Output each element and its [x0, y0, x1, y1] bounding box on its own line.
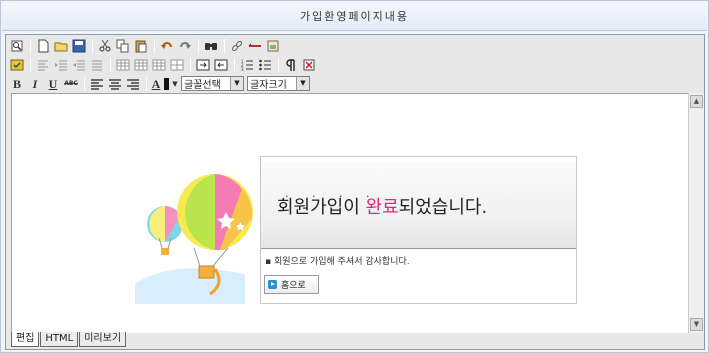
welcome-message-box: · · · · 회원가입이 완료되었습니다. ▪ 회원으로 가입해 주셔서 감사… [260, 156, 577, 304]
arrow-right-icon [268, 280, 277, 289]
save-icon[interactable] [71, 38, 87, 54]
bold-button[interactable]: B [9, 76, 25, 92]
chevron-down-icon[interactable]: ▼ [296, 77, 309, 90]
strikethrough-button[interactable]: ABC [63, 76, 79, 92]
image-icon[interactable] [265, 38, 281, 54]
toolbar-separator [154, 38, 155, 53]
spellcheck-icon[interactable] [9, 57, 25, 73]
toolbar-separator [190, 57, 191, 72]
toolbar-separator [110, 57, 111, 72]
chevron-down-icon[interactable]: ▼ [171, 76, 179, 92]
open-folder-icon[interactable] [53, 38, 69, 54]
headline-text-post: 되었습니다. [398, 197, 488, 218]
font-color-swatch[interactable] [163, 76, 169, 92]
home-button[interactable]: 홈으로 [264, 275, 319, 294]
welcome-message: ▪ 회원으로 가입해 주셔서 감사합니다. [265, 257, 410, 267]
table-col-icon[interactable] [133, 57, 149, 73]
align-right-icon[interactable] [125, 76, 141, 92]
paragraph-mark-icon[interactable] [283, 57, 299, 73]
toolbar-separator [234, 57, 235, 72]
align-center-icon[interactable] [107, 76, 123, 92]
horizontal-rule-icon[interactable] [247, 38, 263, 54]
home-button-label: 홈으로 [281, 281, 306, 291]
vertical-scrollbar[interactable]: ▲ ▼ [688, 93, 704, 333]
redo-icon[interactable] [177, 38, 193, 54]
remove-format-icon[interactable] [301, 57, 317, 73]
scroll-up-icon[interactable]: ▲ [690, 95, 703, 108]
cut-icon[interactable] [97, 38, 113, 54]
font-family-value: 글꼴선택 [184, 80, 221, 91]
toolbar-separator [224, 38, 225, 53]
underline-button[interactable]: U [45, 76, 61, 92]
font-size-select[interactable]: 글자크기 ▼ [247, 76, 310, 91]
copy-icon[interactable] [115, 38, 131, 54]
table-icon[interactable] [89, 57, 105, 73]
tab-edit[interactable]: 편집 [11, 332, 40, 347]
font-size-value: 글자크기 [250, 80, 287, 91]
source-icon[interactable] [9, 38, 25, 54]
toolbar-row-2: 123 [7, 55, 703, 74]
welcome-page-editor-panel: 가입환영페이지내용 1 2 3 B I U ABC A ▼ 글꼴선택 ▼ 글자크… [0, 0, 709, 353]
toolbar-separator [198, 38, 199, 53]
editor-mode-tabs: 편집 HTML 미리보기 [11, 332, 127, 348]
toolbar-row-1 [7, 36, 703, 55]
table-row-icon[interactable] [115, 57, 131, 73]
toolbar-row-3: B I U ABC A ▼ 글꼴선택 ▼ 글자크기 ▼ [7, 74, 703, 93]
table-cell-icon[interactable] [151, 57, 167, 73]
italic-button[interactable]: I [27, 76, 43, 92]
scroll-down-icon[interactable]: ▼ [690, 318, 703, 331]
outdent-icon[interactable] [71, 57, 87, 73]
delete-row-icon[interactable] [213, 57, 229, 73]
insert-row-icon[interactable] [195, 57, 211, 73]
headline-highlight: 완료 [365, 197, 399, 218]
toolbar-separator [278, 57, 279, 72]
toolbar-separator [146, 76, 147, 91]
welcome-banner: · · · · 회원가입이 완료되었습니다. ▪ 회원으로 가입해 주셔서 감사… [130, 156, 577, 306]
toolbar-separator [30, 38, 31, 53]
headline-text-pre: 회원가입이 [277, 197, 366, 218]
toolbar-separator [84, 76, 85, 91]
paste-icon[interactable] [133, 38, 149, 54]
font-family-select[interactable]: 글꼴선택 ▼ [181, 76, 244, 91]
tab-preview[interactable]: 미리보기 [79, 332, 127, 347]
unordered-list-icon[interactable] [257, 57, 273, 73]
tab-html[interactable]: HTML [40, 332, 79, 347]
editor-content-area[interactable]: · · · · 회원가입이 완료되었습니다. ▪ 회원으로 가입해 주셔서 감사… [11, 93, 694, 333]
indent-icon[interactable] [53, 57, 69, 73]
toolbar-separator [92, 38, 93, 53]
toolbar-separator [30, 57, 31, 72]
table-merge-icon[interactable] [169, 57, 185, 73]
new-document-icon[interactable] [35, 38, 51, 54]
ordered-list-icon[interactable]: 123 [239, 57, 255, 73]
welcome-headline: 회원가입이 완료되었습니다. [277, 193, 487, 219]
align-left-icon[interactable] [89, 76, 105, 92]
panel-title: 가입환영페이지내용 [2, 2, 707, 31]
undo-icon[interactable] [159, 38, 175, 54]
find-icon[interactable] [203, 38, 219, 54]
link-icon[interactable] [229, 38, 245, 54]
align-icon[interactable] [35, 57, 51, 73]
balloon-illustration-icon [130, 164, 260, 304]
font-color-button[interactable]: A [151, 76, 161, 92]
html-editor: 123 B I U ABC A ▼ 글꼴선택 ▼ 글자크기 ▼ · · · · … [5, 34, 705, 350]
svg-text:3: 3 [241, 67, 244, 72]
chevron-down-icon[interactable]: ▼ [230, 77, 243, 90]
